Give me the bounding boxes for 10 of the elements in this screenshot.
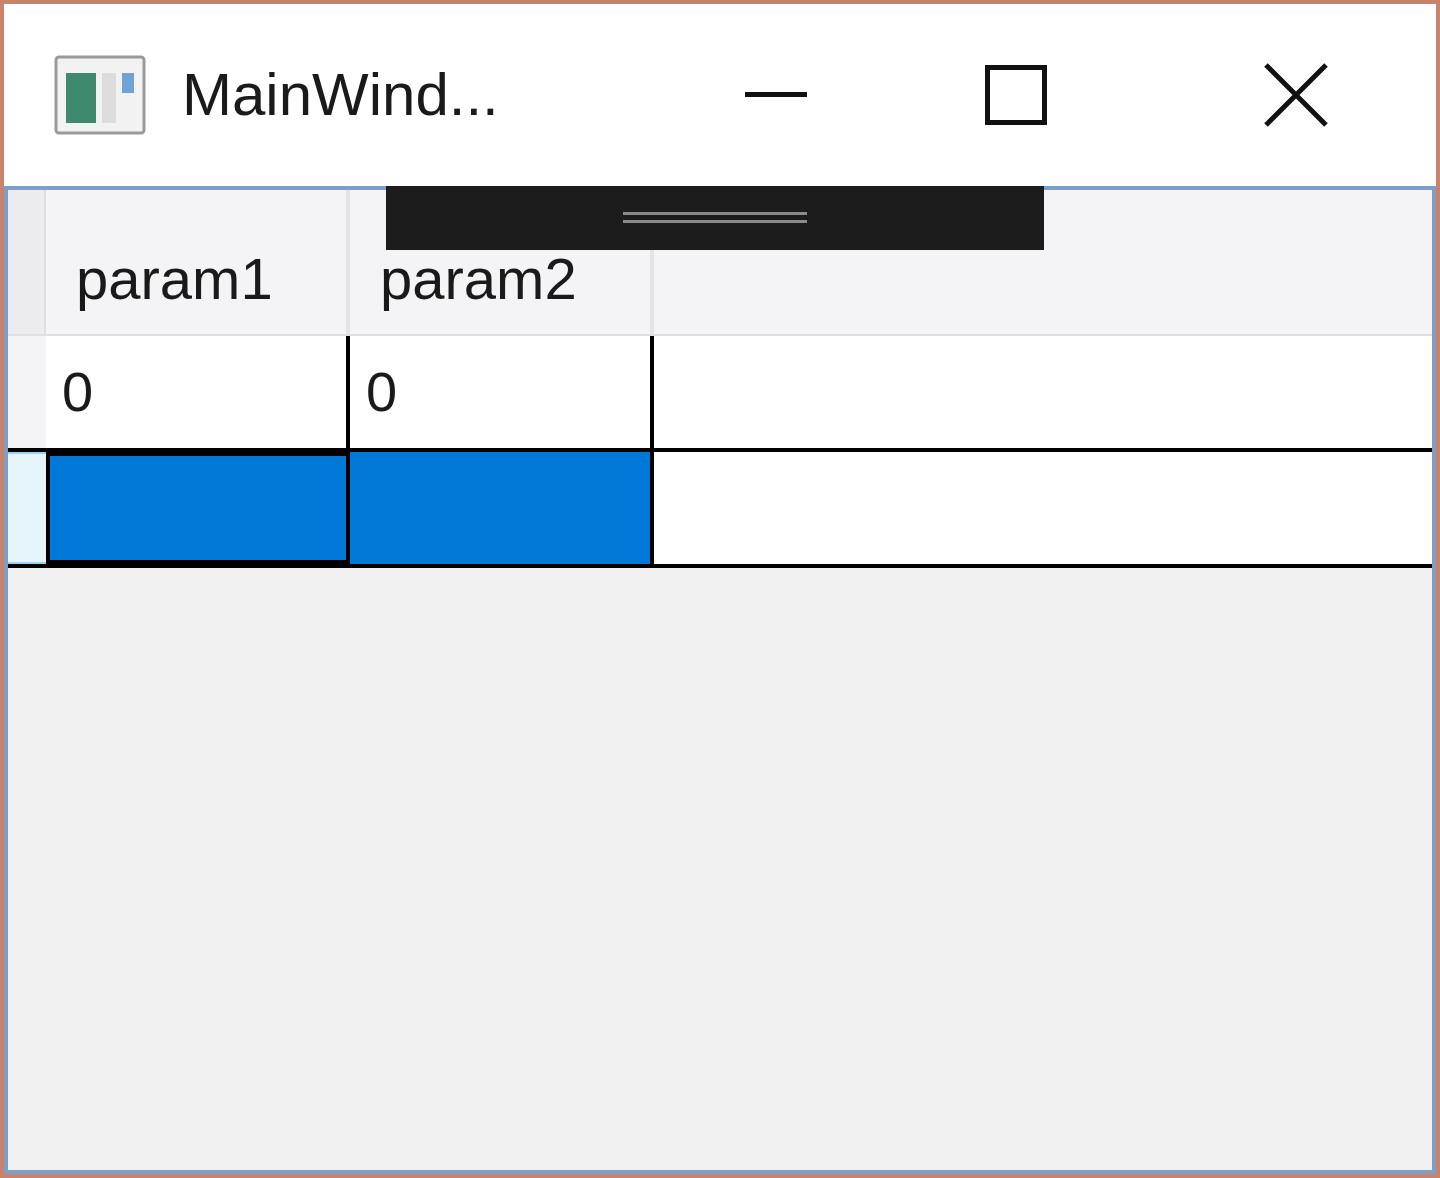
close-icon [1264,63,1328,127]
column-header[interactable]: param1 [46,254,346,334]
app-icon [54,55,146,135]
minimize-icon [745,92,807,98]
maximize-icon [985,65,1047,125]
window-title: MainWind... [182,65,499,125]
grip-icon [623,212,807,224]
drag-bar[interactable] [386,186,1044,250]
table-cell[interactable] [350,452,654,564]
column-header[interactable]: param2 [350,254,650,334]
